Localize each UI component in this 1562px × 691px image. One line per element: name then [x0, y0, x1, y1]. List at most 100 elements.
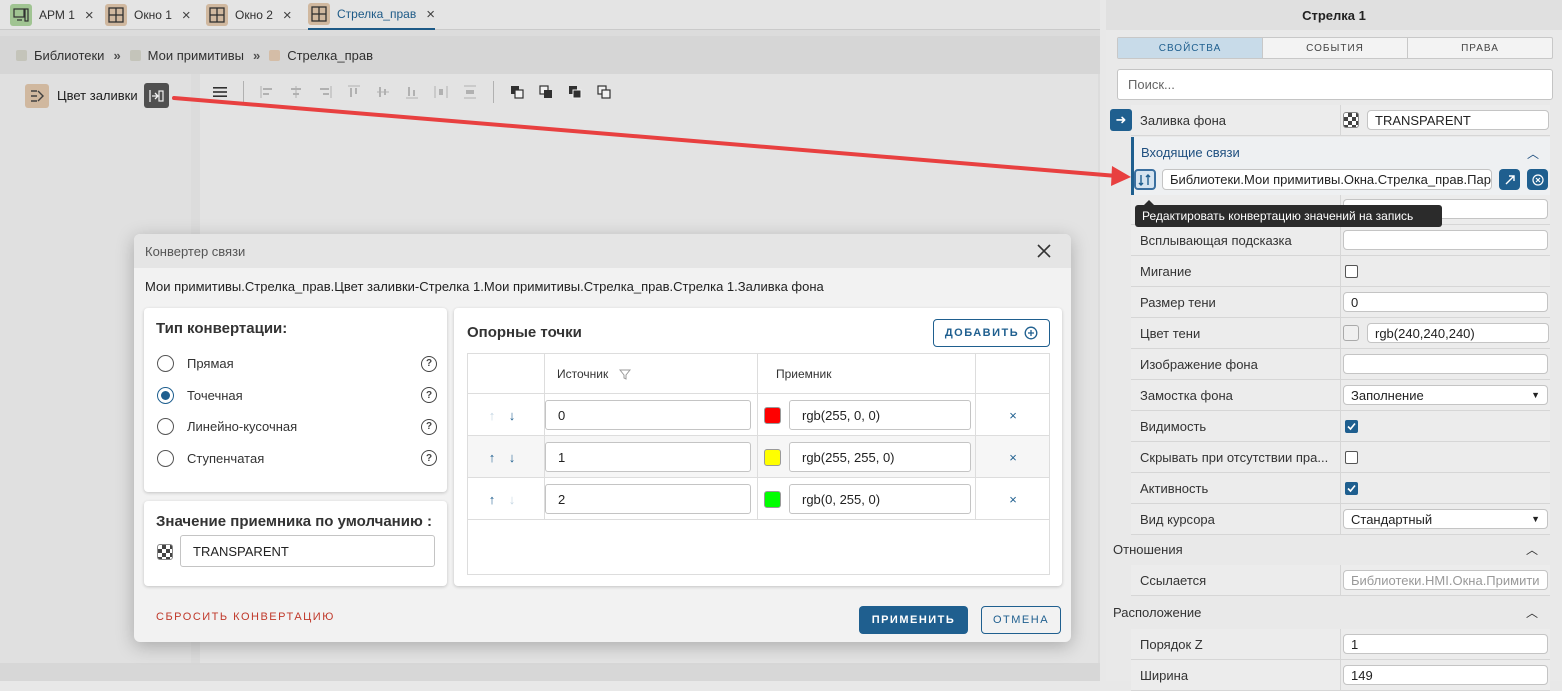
- add-label: ДОБАВИТЬ: [944, 327, 1020, 339]
- width-input[interactable]: 149: [1343, 665, 1548, 685]
- properties-tabs: СВОЙСТВА СОБЫТИЯ ПРАВА: [1117, 37, 1553, 59]
- column-header-target: Приемник: [758, 354, 976, 394]
- select-value: Стандартный: [1351, 511, 1433, 527]
- color-swatch[interactable]: [764, 406, 781, 424]
- section-relations[interactable]: Отношения ︿: [1113, 535, 1550, 563]
- filter-icon[interactable]: [619, 368, 632, 380]
- fill-bg-input[interactable]: TRANSPARENT: [1367, 110, 1549, 130]
- move-up-icon[interactable]: ↑: [482, 408, 502, 423]
- help-icon[interactable]: ?: [421, 450, 437, 466]
- tab-rights[interactable]: ПРАВА: [1408, 38, 1552, 58]
- select-value: Заполнение: [1351, 387, 1424, 403]
- move-down-icon[interactable]: ↓: [502, 408, 522, 423]
- tab-properties[interactable]: СВОЙСТВА: [1118, 38, 1263, 58]
- edit-conversion-button[interactable]: [1134, 169, 1156, 190]
- help-icon[interactable]: ?: [421, 387, 437, 403]
- reset-conversion-button[interactable]: СБРОСИТЬ КОНВЕРТАЦИЮ: [156, 611, 335, 623]
- close-icon[interactable]: [1035, 242, 1053, 260]
- prop-label: Видимость: [1131, 411, 1341, 441]
- move-down-icon[interactable]: ↓: [502, 492, 522, 507]
- color-swatch[interactable]: [764, 490, 781, 508]
- incoming-link-input[interactable]: Библиотеки.Мои примитивы.Окна.Стрелка_пр…: [1162, 169, 1492, 190]
- help-icon[interactable]: ?: [421, 355, 437, 372]
- remove-link-icon[interactable]: [1527, 169, 1548, 190]
- delete-row-icon[interactable]: ×: [1009, 450, 1017, 465]
- target-input[interactable]: rgb(0, 255, 0): [789, 484, 971, 514]
- move-up-icon[interactable]: ↑: [482, 450, 502, 465]
- prop-select[interactable]: Стандартный ▼: [1343, 509, 1548, 529]
- default-value-card: Значение приемника по умолчанию : TRANSP…: [144, 501, 447, 586]
- default-value-input[interactable]: TRANSPARENT: [180, 535, 435, 567]
- conversion-type-option[interactable]: Ступенчатая?: [157, 449, 437, 467]
- conversion-type-option[interactable]: Точечная?: [157, 386, 437, 404]
- prop-input[interactable]: [1343, 230, 1548, 250]
- dialog-header: Конвертер связи: [134, 234, 1071, 268]
- target-input[interactable]: rgb(255, 0, 0): [789, 400, 971, 430]
- panel-title: Стрелка 1: [1106, 0, 1562, 30]
- radio-button[interactable]: [157, 355, 174, 372]
- navigate-link-icon[interactable]: [1499, 169, 1520, 190]
- conversion-type-option[interactable]: Прямая?: [157, 355, 437, 372]
- move-up-icon[interactable]: ↑: [482, 492, 502, 507]
- section-title: Отношения: [1113, 541, 1183, 557]
- prop-label: Цвет тени: [1131, 318, 1341, 348]
- source-input[interactable]: 2: [545, 484, 751, 514]
- prop-checkbox[interactable]: [1345, 419, 1358, 433]
- prop-input[interactable]: rgb(240,240,240): [1367, 323, 1549, 343]
- card-title: Тип конвертации:: [156, 320, 288, 337]
- prop-row: Мигание: [1131, 256, 1550, 287]
- prop-label: Порядок Z: [1131, 629, 1341, 659]
- prop-input[interactable]: 0: [1343, 292, 1548, 312]
- check-icon: [1347, 422, 1356, 430]
- zorder-input[interactable]: 1: [1343, 634, 1548, 654]
- color-swatch[interactable]: [1343, 325, 1359, 341]
- radio-button[interactable]: [157, 418, 174, 435]
- target-input[interactable]: rgb(255, 255, 0): [789, 442, 971, 472]
- delete-row-icon[interactable]: ×: [1009, 408, 1017, 423]
- radio-button[interactable]: [157, 386, 174, 404]
- prop-label: Активность: [1131, 473, 1341, 503]
- option-label: Ступенчатая: [187, 450, 265, 466]
- move-down-icon[interactable]: ↓: [502, 450, 522, 465]
- prop-checkbox[interactable]: [1345, 481, 1358, 495]
- source-input[interactable]: 0: [545, 400, 751, 430]
- prop-label: Вид курсора: [1131, 504, 1341, 534]
- plus-circle-icon: [1024, 326, 1038, 340]
- prop-checkbox[interactable]: [1345, 264, 1358, 278]
- prop-label: Заливка фона: [1131, 105, 1341, 135]
- apply-button[interactable]: ПРИМЕНИТЬ: [859, 606, 968, 634]
- column-header-source[interactable]: Источник: [545, 354, 758, 394]
- prop-row: Скрывать при отсутствии пра...: [1131, 442, 1550, 473]
- search-input[interactable]: [1117, 69, 1553, 100]
- chevron-up-icon[interactable]: ︿: [1526, 604, 1538, 621]
- section-position[interactable]: Расположение ︿: [1113, 598, 1550, 626]
- help-icon[interactable]: ?: [421, 418, 437, 435]
- prop-checkbox[interactable]: [1345, 450, 1358, 464]
- cancel-button[interactable]: ОТМЕНА: [981, 606, 1061, 634]
- source-input[interactable]: 1: [545, 442, 751, 472]
- add-button[interactable]: ДОБАВИТЬ: [933, 319, 1050, 347]
- tooltip: Редактировать конвертацию значений на за…: [1135, 200, 1442, 227]
- reference-points-table: Источник Приемник ↑ ↓ 0 rgb(255, 0, 0) × ↑ ↓ 1 r…: [467, 353, 1050, 575]
- radio-button[interactable]: [157, 449, 174, 467]
- section-title: Входящие связи: [1141, 145, 1240, 160]
- refers-input[interactable]: Библиотеки.HMI.Окна.Примити: [1343, 570, 1548, 590]
- color-swatch[interactable]: [764, 448, 781, 466]
- prop-row-width: Ширина 149: [1131, 660, 1550, 691]
- column-label: Приемник: [776, 366, 832, 381]
- prop-input[interactable]: [1343, 354, 1548, 374]
- chevron-up-icon[interactable]: ︿: [1526, 541, 1538, 558]
- column-label: Источник: [557, 366, 609, 381]
- chevron-up-icon[interactable]: ︿: [1527, 145, 1539, 162]
- transparent-swatch-icon[interactable]: [157, 544, 173, 560]
- conversion-type-card: Тип конвертации: Прямая? Точечная? Линейно…: [144, 308, 447, 492]
- delete-row-icon[interactable]: ×: [1009, 492, 1017, 507]
- conversion-type-option[interactable]: Линейно-кусочная?: [157, 418, 437, 435]
- option-label: Точечная: [187, 387, 243, 403]
- tab-events[interactable]: СОБЫТИЯ: [1263, 38, 1408, 58]
- transparent-swatch-icon[interactable]: [1343, 112, 1359, 128]
- prop-select[interactable]: Заполнение ▼: [1343, 385, 1548, 405]
- arrow-right-icon[interactable]: ➜: [1110, 109, 1132, 131]
- prop-row: Вид курсора Стандартный ▼: [1131, 504, 1550, 535]
- prop-label: Ширина: [1131, 660, 1341, 690]
